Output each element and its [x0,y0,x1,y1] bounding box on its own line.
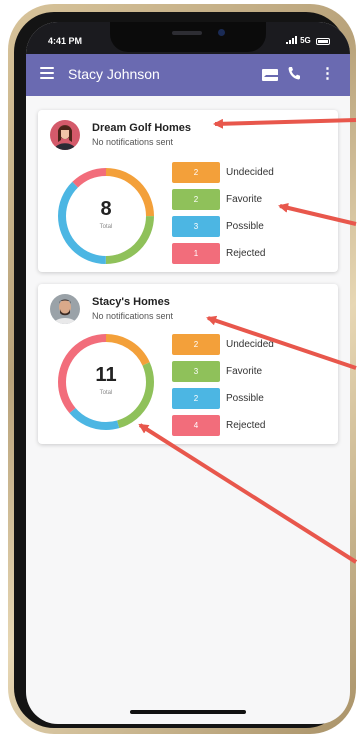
status-row-possible[interactable]: 2 Possible [172,388,332,410]
status-count-badge[interactable]: 3 [172,361,220,382]
status-row-favorite[interactable]: 2 Favorite [172,189,332,211]
donut-total-label: Total [99,390,113,396]
status-legend: 2 Undecided 3 Favorite 2 Possible 4 Reje… [172,334,332,442]
collection-card[interactable]: Dream Golf Homes No notifications sent 8… [38,110,338,272]
status-row-rejected[interactable]: 4 Rejected [172,415,332,437]
notification-status: No notifications sent [92,311,174,321]
donut-total-label: Total [99,224,113,230]
status-label: Undecided [226,339,274,350]
network-type: 5G [300,36,311,46]
phone-icon[interactable] [288,66,300,83]
status-count-badge[interactable]: 2 [172,189,220,210]
status-label: Favorite [226,366,263,377]
status-label: Rejected [226,420,266,431]
screenshot-stage: 4:41 PM 5G Stacy Johnson ⋮ Dream Golf Ho… [0,0,358,736]
status-row-favorite[interactable]: 3 Favorite [172,361,332,383]
app-bar: Stacy Johnson ⋮ [26,54,350,96]
status-row-rejected[interactable]: 1 Rejected [172,243,332,265]
camera-notch [110,22,266,52]
status-row-undecided[interactable]: 2 Undecided [172,162,332,184]
status-time: 4:41 PM [48,36,83,46]
status-count-badge[interactable]: 2 [172,162,220,183]
status-legend: 2 Undecided 2 Favorite 3 Possible 1 Reje… [172,162,332,270]
status-label: Possible [226,221,264,232]
donut-total: 8 [100,198,112,220]
donut-total: 11 [95,364,117,386]
status-count-badge[interactable]: 3 [172,216,220,237]
battery-icon [316,37,330,45]
phone-screen: 4:41 PM 5G Stacy Johnson ⋮ Dream Golf Ho… [26,22,350,724]
status-row-undecided[interactable]: 2 Undecided [172,334,332,356]
status-donut-chart: 8 Total [56,166,156,266]
status-row-possible[interactable]: 3 Possible [172,216,332,238]
collection-card[interactable]: Stacy's Homes No notifications sent 11 T… [38,284,338,444]
status-count-badge[interactable]: 2 [172,334,220,355]
collection-title[interactable]: Stacy's Homes [92,296,170,308]
more-vert-icon[interactable]: ⋮ [320,66,335,82]
status-count-badge[interactable]: 1 [172,243,220,264]
app-bar-title: Stacy Johnson [68,66,160,82]
avatar [50,120,80,150]
speaker-grille [172,31,202,35]
menu-icon[interactable] [40,67,54,79]
status-label: Favorite [226,194,263,205]
home-indicator[interactable] [130,710,246,714]
signal-indicator: 5G [285,36,330,46]
status-label: Rejected [226,248,266,259]
status-count-badge[interactable]: 2 [172,388,220,409]
status-label: Possible [226,393,264,404]
status-label: Undecided [226,167,274,178]
notification-status: No notifications sent [92,137,174,147]
collection-title[interactable]: Dream Golf Homes [92,122,191,134]
status-count-badge[interactable]: 4 [172,415,220,436]
signal-bars-icon [285,36,298,46]
front-camera [218,29,225,36]
avatar [50,294,80,324]
mail-icon[interactable] [262,69,280,81]
status-donut-chart: 11 Total [56,332,156,432]
